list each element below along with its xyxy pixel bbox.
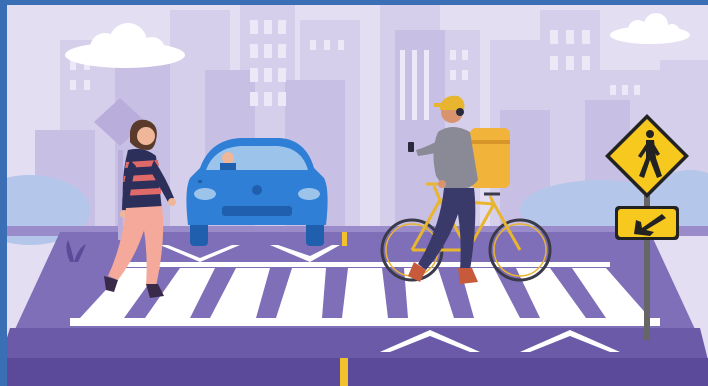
curb-front (0, 358, 708, 386)
top-border (0, 0, 708, 5)
crosswalk-illustration (0, 0, 708, 386)
arrow-sign (615, 206, 679, 240)
center-line (340, 358, 348, 386)
left-border (0, 0, 7, 386)
center-line-far (342, 232, 347, 246)
